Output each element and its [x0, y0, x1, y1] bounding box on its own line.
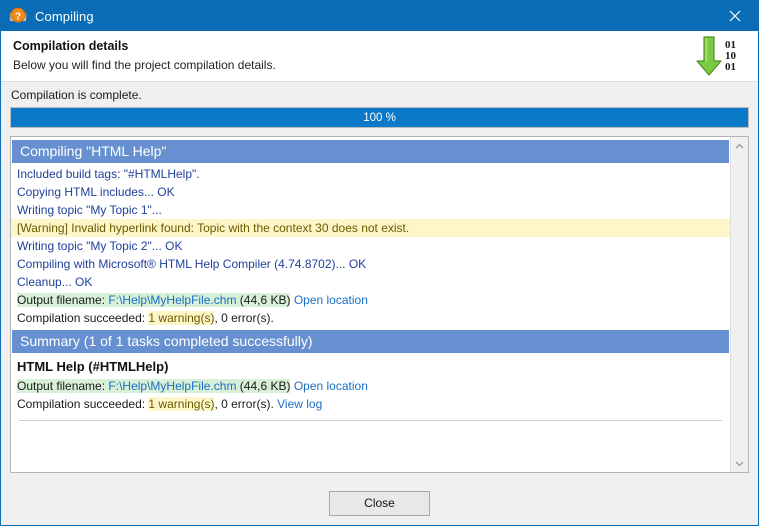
view-log-link[interactable]: View log	[277, 397, 322, 411]
section-header-compiling: Compiling "HTML Help"	[12, 140, 729, 163]
result-prefix: Compilation succeeded:	[17, 311, 146, 325]
summary-output-filename-line: Output filename: F:\Help\MyHelpFile.chm …	[11, 377, 730, 395]
title-bar: ? Compiling	[1, 1, 758, 31]
summary-result-line: Compilation succeeded: 1 warning(s), 0 e…	[11, 395, 730, 413]
summary-result-warning-count: 1 warning(s)	[148, 397, 215, 411]
result-error-count: , 0 error(s).	[214, 311, 274, 325]
summary-task-title: HTML Help (#HTMLHelp)	[17, 359, 169, 374]
binary-download-arrow-icon: 01 10 01	[692, 35, 746, 79]
log-scrollbar[interactable]	[730, 137, 748, 472]
progress-bar-label: 100 %	[363, 111, 396, 124]
log-output-filename-line: Output filename: F:\Help\MyHelpFile.chm …	[11, 291, 730, 309]
result-warning-count: 1 warning(s)	[148, 311, 215, 325]
section-header-summary: Summary (1 of 1 tasks completed successf…	[12, 330, 729, 353]
log-line: Writing topic "My Topic 1"...	[17, 203, 162, 217]
svg-text:01: 01	[725, 61, 736, 73]
summary-output-filename-path[interactable]: F:\Help\MyHelpFile.chm	[108, 379, 236, 393]
close-icon[interactable]	[712, 1, 758, 31]
footer-bar: Close	[1, 480, 758, 525]
scrollbar-track[interactable]	[731, 154, 748, 455]
page-subtitle: Below you will find the project compilat…	[13, 58, 276, 72]
summary-output-filename-label: Output filename:	[17, 379, 106, 393]
window-title: Compiling	[35, 8, 94, 24]
summary-output-filename-size: (44,6 KB)	[239, 379, 291, 393]
log-content: Compiling "HTML Help" Included build tag…	[11, 137, 730, 472]
chevron-down-icon[interactable]	[731, 455, 748, 472]
compiling-dialog: ? Compiling Compilation details Below yo…	[0, 0, 759, 526]
log-panel: Compiling "HTML Help" Included build tag…	[10, 136, 749, 473]
section-divider	[19, 420, 722, 421]
log-line: Writing topic "My Topic 2"... OK	[17, 239, 183, 253]
log-line: Compiling with Microsoft® HTML Help Comp…	[17, 257, 367, 271]
summary-result-error-count: , 0 error(s).	[214, 397, 274, 411]
status-text: Compilation is complete.	[1, 82, 758, 107]
progress-bar: 100 %	[10, 107, 749, 128]
page-title: Compilation details	[13, 39, 129, 53]
summary-open-location-link[interactable]: Open location	[294, 379, 368, 393]
output-filename-size: (44,6 KB)	[239, 293, 291, 307]
help-compile-icon: ?	[9, 7, 27, 25]
summary-result-prefix: Compilation succeeded:	[17, 397, 146, 411]
svg-text:?: ?	[15, 12, 21, 23]
log-line: Copying HTML includes... OK	[17, 185, 175, 199]
progress-bar-region: 100 %	[1, 107, 758, 136]
log-line-warning: [Warning] Invalid hyperlink found: Topic…	[11, 219, 730, 237]
log-line: Included build tags: "#HTMLHelp".	[17, 167, 200, 181]
output-filename-path[interactable]: F:\Help\MyHelpFile.chm	[108, 293, 236, 307]
header-band: Compilation details Below you will find …	[1, 31, 758, 82]
open-location-link[interactable]: Open location	[294, 293, 368, 307]
close-button[interactable]: Close	[329, 490, 430, 516]
log-result-line: Compilation succeeded: 1 warning(s), 0 e…	[11, 309, 730, 327]
log-line: Cleanup... OK	[17, 275, 93, 289]
output-filename-label: Output filename:	[17, 293, 106, 307]
chevron-up-icon[interactable]	[731, 137, 748, 154]
